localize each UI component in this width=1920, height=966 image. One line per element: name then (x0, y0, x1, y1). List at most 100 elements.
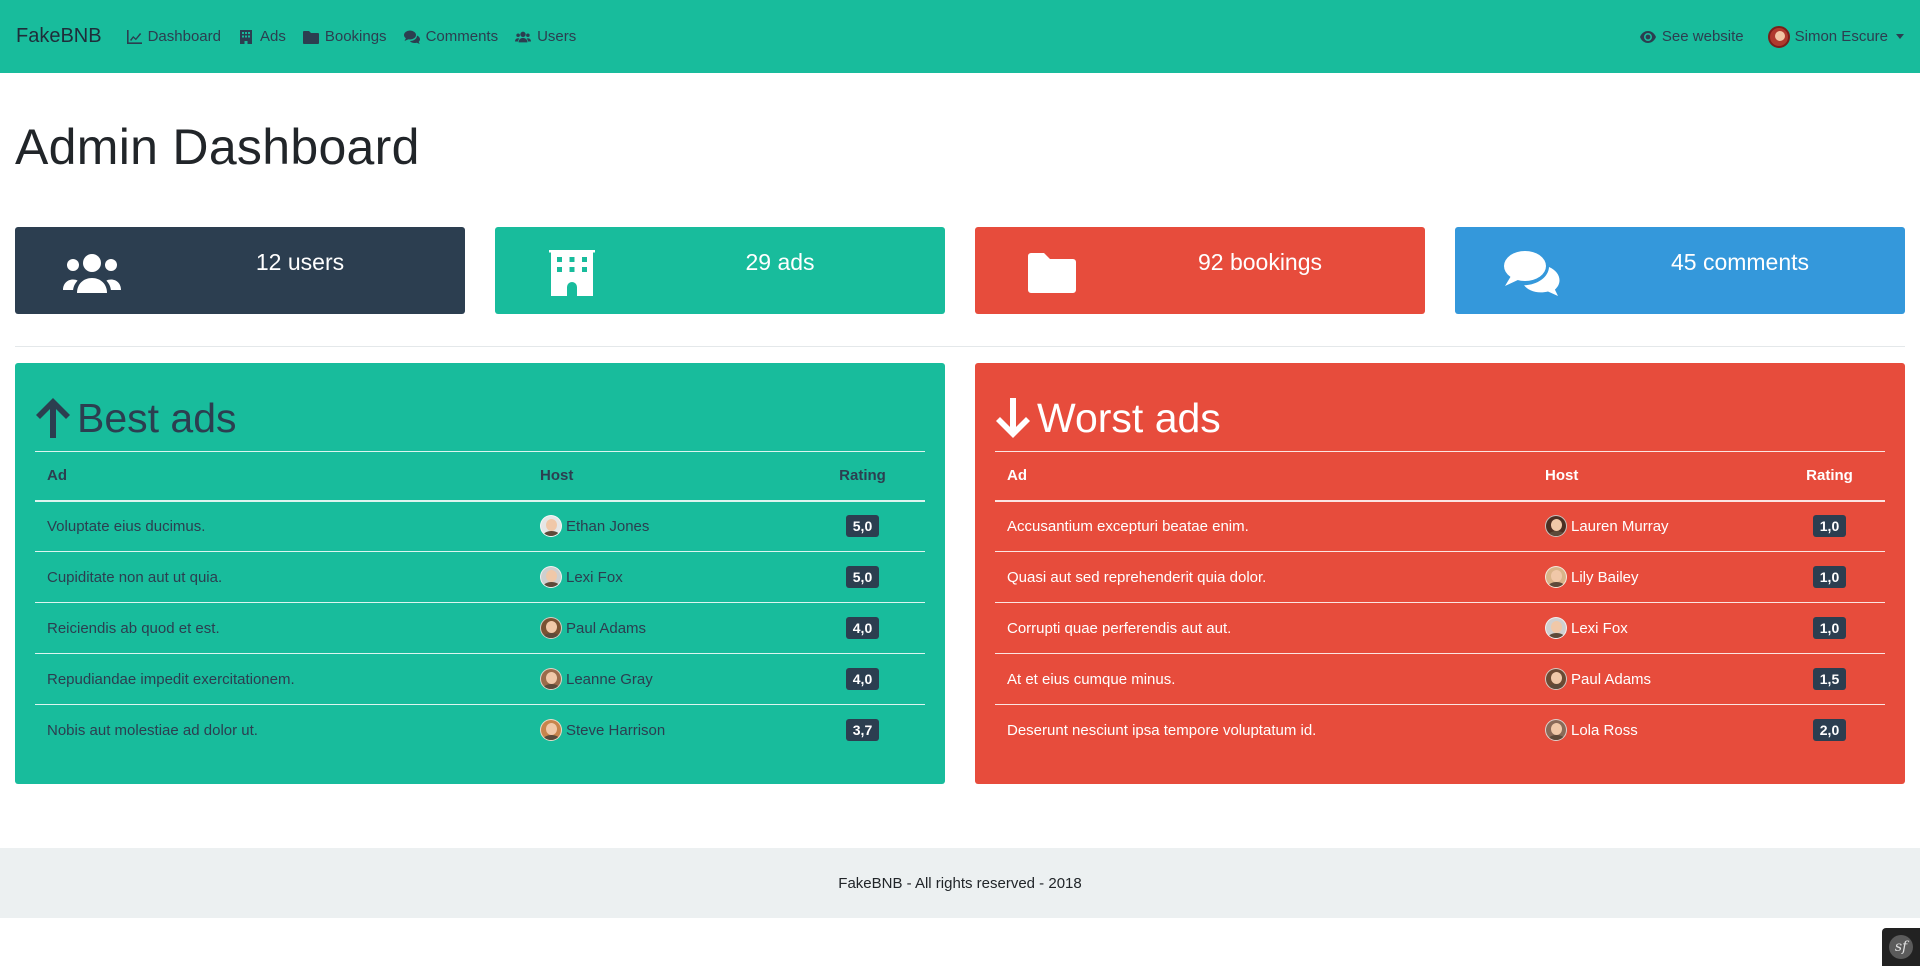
rating-badge: 3,7 (845, 719, 880, 742)
rating-badge: 2,0 (1812, 719, 1847, 742)
user-name: Simon Escure (1794, 28, 1888, 45)
host-cell: Paul Adams (540, 617, 788, 639)
comments-icon (403, 30, 420, 44)
nav-link-label: Comments (425, 28, 499, 45)
page-title: Admin Dashboard (15, 119, 420, 175)
host-avatar (540, 668, 562, 690)
brand-logo[interactable]: FakeBNB (16, 25, 102, 48)
host-name: Leanne Gray (566, 670, 653, 688)
caret-down-icon (1896, 34, 1904, 39)
host-cell: Lexi Fox (540, 566, 788, 588)
nav-link-bookings[interactable]: Bookings (302, 28, 387, 45)
host-avatar (1545, 668, 1567, 690)
stat-card-comments: 45 comments (1455, 227, 1905, 314)
ad-title-link[interactable]: Repudiandae impedit exercitationem. (35, 653, 528, 705)
rating-badge: 4,0 (845, 668, 880, 690)
nav-link-dashboard[interactable]: Dashboard (126, 28, 221, 45)
stat-card-users: 12 users (15, 227, 465, 314)
host-cell: Ethan Jones (540, 515, 788, 538)
column-header-ad: Ad (35, 451, 528, 502)
table-row: Reiciendis ab quod et est. Paul Adams 4,… (35, 602, 925, 654)
nav-link-label: Bookings (324, 28, 387, 45)
stat-bookings-text: 92 bookings (1197, 249, 1323, 275)
stat-ads-text: 29 ads (745, 249, 815, 275)
ad-title-link[interactable]: Deserunt nesciunt ipsa tempore voluptatu… (995, 705, 1533, 756)
user-menu-toggle[interactable]: Simon Escure (1767, 25, 1904, 48)
stat-comments-text: 45 comments (1670, 249, 1810, 275)
top-navbar: FakeBNB Dashboard Ads Bookings Comments … (0, 0, 1920, 73)
table-row: Accusantium excepturi beatae enim. Laure… (995, 500, 1885, 552)
arrow-down-icon (996, 398, 1030, 438)
nav-link-label: Ads (259, 28, 286, 45)
table-header-row: Ad Host Rating (35, 451, 925, 502)
table-header-row: Ad Host Rating (995, 451, 1885, 502)
ad-title-link[interactable]: Voluptate eius ducimus. (35, 500, 528, 552)
building-icon (239, 29, 252, 44)
host-name: Ethan Jones (566, 517, 650, 535)
table-row: Cupiditate non aut ut quia. Lexi Fox 5,0 (35, 551, 925, 603)
rating-badge: 1,5 (1812, 668, 1847, 690)
ad-title-link[interactable]: Cupiditate non aut ut quia. (35, 551, 528, 603)
worst-ads-panel: Worst ads Ad Host Rating Accusantium exc… (975, 363, 1905, 784)
table-row: Repudiandae impedit exercitationem. Lean… (35, 653, 925, 705)
ad-title-link[interactable]: Quasi aut sed reprehenderit quia dolor. (995, 551, 1533, 603)
host-cell: Lola Ross (1545, 719, 1762, 742)
host-name: Lexi Fox (1571, 619, 1628, 637)
nav-link-ads[interactable]: Ads (238, 28, 286, 45)
rating-badge: 4,0 (845, 617, 880, 639)
see-website-label: See website (1661, 28, 1744, 45)
host-cell: Lauren Murray (1545, 515, 1762, 538)
nav-link-users[interactable]: Users (515, 28, 576, 45)
worst-ads-header: Worst ads (995, 391, 1885, 445)
table-row: Nobis aut molestiae ad dolor ut. Steve H… (35, 705, 925, 756)
nav-right: See website Simon Escure (1616, 25, 1904, 48)
see-website-link[interactable]: See website (1639, 28, 1744, 45)
table-row: Voluptate eius ducimus. Ethan Jones 5,0 (35, 500, 925, 552)
column-header-rating: Rating (1774, 451, 1885, 502)
rating-badge: 5,0 (845, 515, 880, 538)
worst-ads-title: Worst ads (1037, 394, 1221, 441)
table-row: At et eius cumque minus. Paul Adams 1,5 (995, 653, 1885, 705)
host-avatar (1545, 566, 1567, 588)
rating-badge: 1,0 (1812, 515, 1847, 538)
best-ads-title: Best ads (77, 394, 237, 441)
host-avatar (1545, 719, 1567, 742)
column-header-rating: Rating (800, 451, 925, 502)
rating-badge: 1,0 (1812, 566, 1847, 588)
host-name: Lola Ross (1571, 721, 1638, 739)
host-avatar (540, 719, 562, 742)
worst-ads-table: Ad Host Rating Accusantium excepturi bea… (995, 451, 1885, 756)
ad-title-link[interactable]: Accusantium excepturi beatae enim. (995, 500, 1533, 552)
nav-link-label: Dashboard (147, 28, 221, 45)
arrow-up-icon (36, 398, 70, 438)
chart-line-icon (126, 29, 142, 44)
ad-title-link[interactable]: Reiciendis ab quod et est. (35, 602, 528, 654)
ad-title-link[interactable]: Nobis aut molestiae ad dolor ut. (35, 705, 528, 756)
host-cell: Lexi Fox (1545, 617, 1762, 639)
column-header-ad: Ad (995, 451, 1533, 502)
ad-title-link[interactable]: At et eius cumque minus. (995, 653, 1533, 705)
host-name: Lily Bailey (1571, 568, 1639, 586)
debug-toolbar-toggle[interactable]: sf (1882, 928, 1920, 966)
host-name: Paul Adams (1571, 670, 1652, 688)
nav-links: Dashboard Ads Bookings Comments Users (126, 28, 594, 45)
host-avatar (540, 515, 562, 538)
stat-card-bookings: 92 bookings (975, 227, 1425, 314)
nav-link-label: Users (537, 28, 577, 45)
host-cell: Leanne Gray (540, 668, 788, 690)
nav-link-comments[interactable]: Comments (403, 28, 499, 45)
host-name: Lexi Fox (566, 568, 623, 586)
section-divider (15, 346, 1905, 347)
table-row: Corrupti quae perferendis aut aut. Lexi … (995, 602, 1885, 654)
host-name: Steve Harrison (566, 721, 666, 739)
users-icon (515, 31, 532, 42)
host-avatar (540, 566, 562, 588)
host-name: Paul Adams (566, 619, 647, 637)
page-footer: FakeBNB - All rights reserved - 2018 (0, 848, 1920, 918)
stat-users-text: 12 users (255, 249, 345, 275)
host-avatar (1545, 617, 1567, 639)
table-row: Deserunt nesciunt ipsa tempore voluptatu… (995, 705, 1885, 756)
stat-card-ads: 29 ads (495, 227, 945, 314)
ad-title-link[interactable]: Corrupti quae perferendis aut aut. (995, 602, 1533, 654)
host-cell: Lily Bailey (1545, 566, 1762, 588)
